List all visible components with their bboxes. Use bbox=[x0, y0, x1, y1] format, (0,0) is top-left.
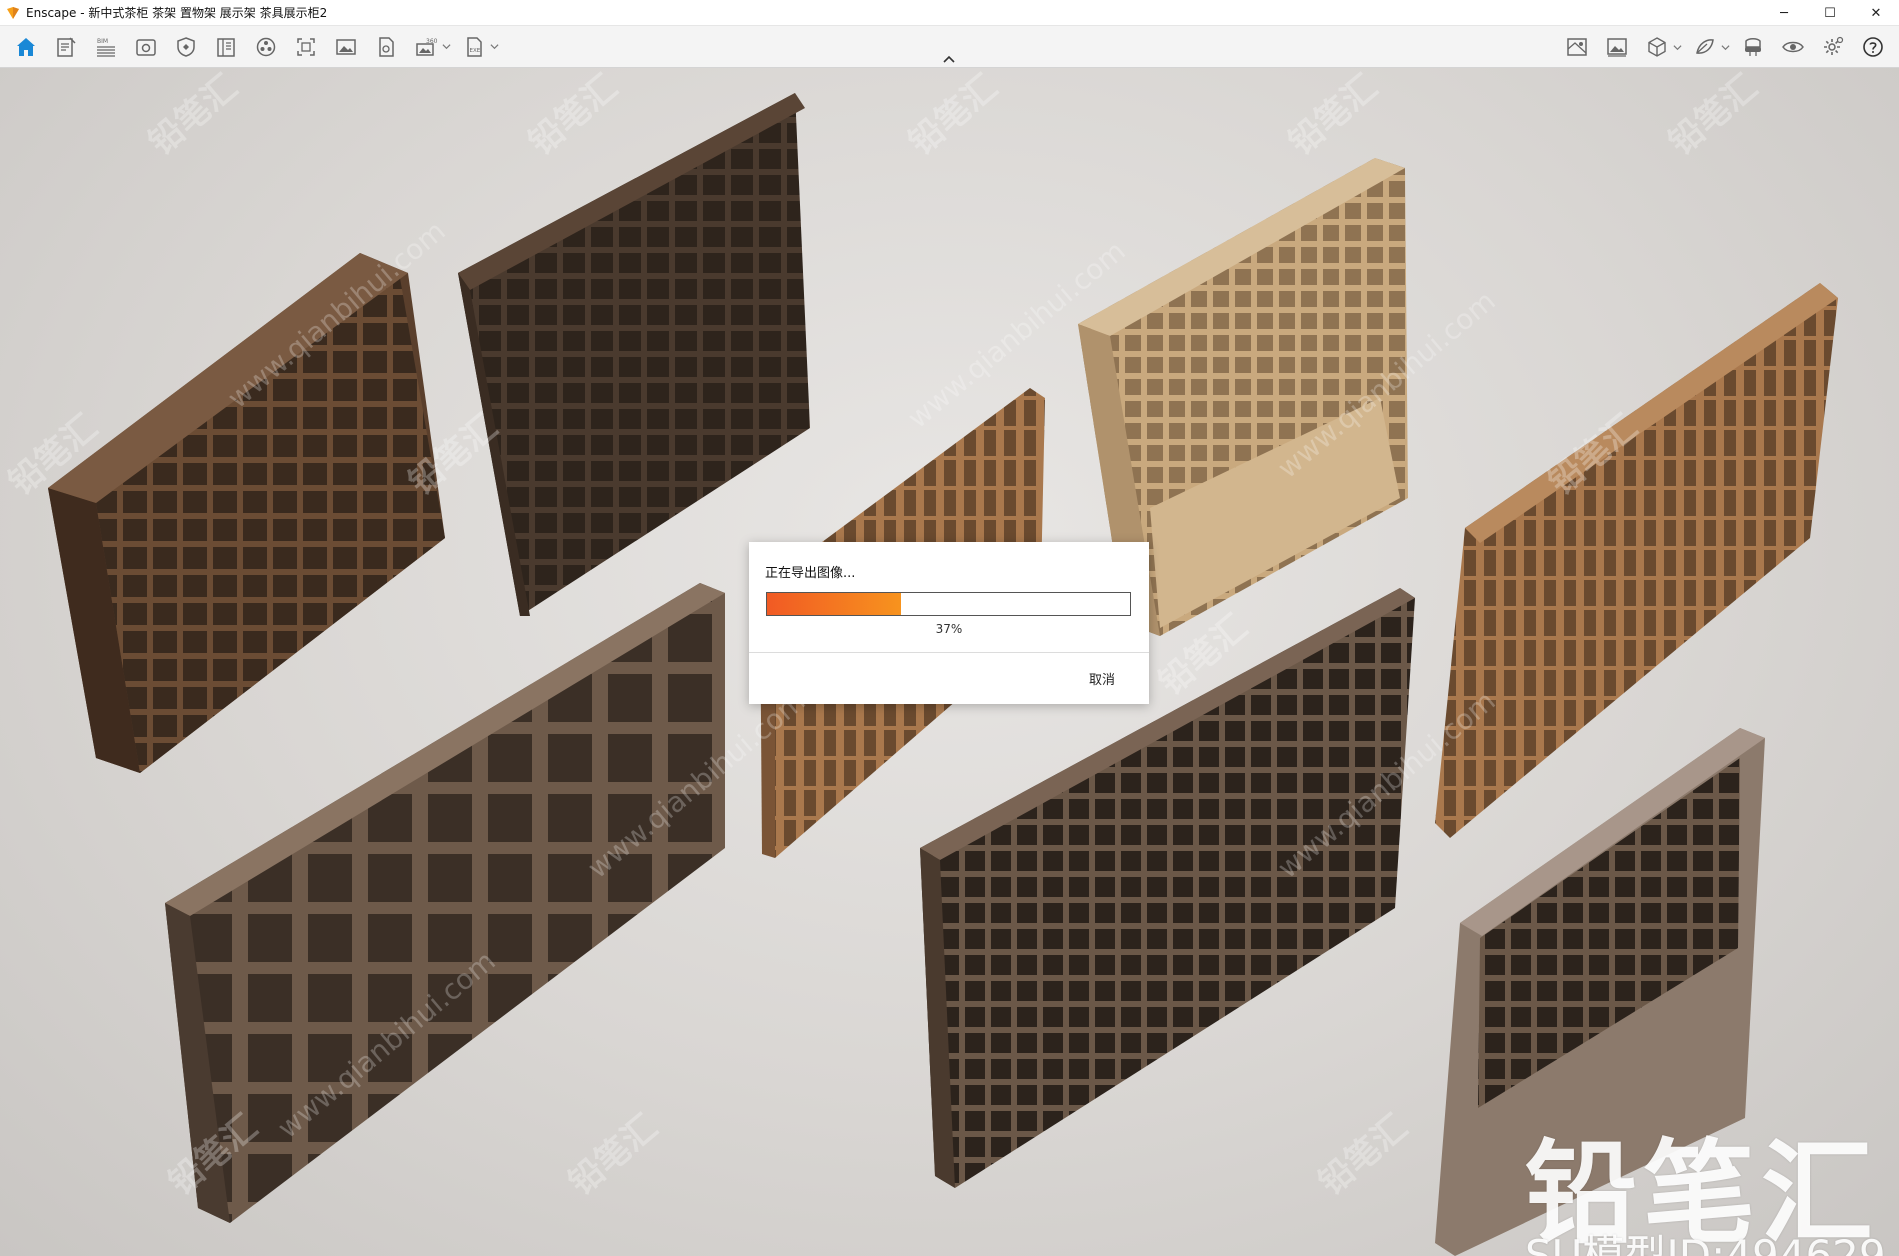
help-button[interactable] bbox=[1853, 27, 1893, 67]
window-controls: ─ ☐ ✕ bbox=[1761, 0, 1899, 26]
shelf-left-brown bbox=[48, 253, 445, 773]
sketch-doc-button[interactable] bbox=[46, 27, 86, 67]
shelf-tall-dark bbox=[458, 93, 810, 616]
shelf-right-vases bbox=[1435, 283, 1838, 838]
settings-gear-icon bbox=[1824, 36, 1844, 55]
vr-headset-icon bbox=[1745, 38, 1761, 56]
map-button[interactable] bbox=[1557, 27, 1597, 67]
export-progress-dialog: 正在导出图像... 37% 取消 bbox=[749, 542, 1149, 704]
bim-icon: BIM bbox=[97, 38, 115, 57]
title-bar: Enscape - 新中式茶柜 茶架 置物架 展示架 茶具展示柜2 ─ ☐ ✕ bbox=[0, 0, 1899, 26]
settings-button[interactable] bbox=[1813, 27, 1853, 67]
shield-icon bbox=[177, 36, 195, 57]
dialog-title: 正在导出图像... bbox=[765, 566, 856, 581]
chevron-down-icon bbox=[489, 44, 499, 50]
material-icon bbox=[1696, 39, 1714, 54]
watermark-model-id: SU模型ID:494629 bbox=[1525, 1231, 1886, 1256]
progress-fill bbox=[767, 593, 902, 615]
toolbar-right-group bbox=[1557, 26, 1893, 68]
sketch-doc-icon bbox=[57, 36, 76, 57]
book-icon bbox=[217, 37, 235, 57]
batch-render-icon bbox=[379, 36, 394, 57]
cube-icon bbox=[1648, 37, 1666, 57]
shield-button[interactable] bbox=[166, 27, 206, 67]
home-icon bbox=[17, 37, 35, 56]
dialog-divider bbox=[749, 652, 1149, 653]
enscape-logo-icon bbox=[7, 6, 19, 19]
vr-headset-button[interactable] bbox=[1733, 27, 1773, 67]
close-button[interactable]: ✕ bbox=[1853, 0, 1899, 26]
chevron-down-icon bbox=[1720, 44, 1730, 50]
cube-dropdown-arrow[interactable] bbox=[1671, 27, 1683, 67]
chevron-down-icon bbox=[1672, 44, 1682, 50]
asset-library-button[interactable] bbox=[246, 27, 286, 67]
progress-bar bbox=[766, 592, 1131, 616]
svg-text:EXE: EXE bbox=[470, 48, 481, 54]
image-button[interactable] bbox=[326, 27, 366, 67]
window-title: Enscape - 新中式茶柜 茶架 置物架 展示架 茶具展示柜2 bbox=[26, 6, 328, 20]
screenshot-icon bbox=[297, 37, 315, 56]
chevron-up-icon bbox=[943, 55, 955, 63]
cancel-button[interactable]: 取消 bbox=[1089, 669, 1115, 688]
gallery-icon bbox=[1607, 38, 1627, 57]
toolbar-left-group: BIM 360 EXE bbox=[6, 27, 502, 67]
view-button[interactable] bbox=[126, 27, 166, 67]
view-icon bbox=[136, 38, 156, 56]
panorama-icon: 360 bbox=[416, 38, 438, 56]
minimize-button[interactable]: ─ bbox=[1761, 0, 1807, 26]
home-button[interactable] bbox=[6, 27, 46, 67]
material-dropdown-arrow[interactable] bbox=[1719, 27, 1731, 67]
asset-library-icon bbox=[256, 37, 276, 56]
book-button[interactable] bbox=[206, 27, 246, 67]
exe-export-icon: EXE bbox=[467, 36, 482, 57]
toolbar-collapse-toggle[interactable] bbox=[940, 52, 958, 66]
image-icon bbox=[336, 38, 356, 55]
bim-button[interactable]: BIM bbox=[86, 27, 126, 67]
help-icon bbox=[1863, 37, 1883, 57]
map-icon bbox=[1567, 38, 1587, 56]
visual-settings-button[interactable] bbox=[1773, 27, 1813, 67]
progress-percent: 37% bbox=[935, 622, 963, 636]
gallery-button[interactable] bbox=[1597, 27, 1637, 67]
svg-text:BIM: BIM bbox=[97, 38, 108, 45]
chevron-down-icon bbox=[441, 44, 451, 50]
screenshot-button[interactable] bbox=[286, 27, 326, 67]
panorama-dropdown-arrow[interactable] bbox=[440, 27, 452, 67]
maximize-button[interactable]: ☐ bbox=[1807, 0, 1853, 26]
batch-render-button[interactable] bbox=[366, 27, 406, 67]
visual-settings-icon bbox=[1782, 41, 1804, 53]
exe-dropdown-arrow[interactable] bbox=[488, 27, 500, 67]
